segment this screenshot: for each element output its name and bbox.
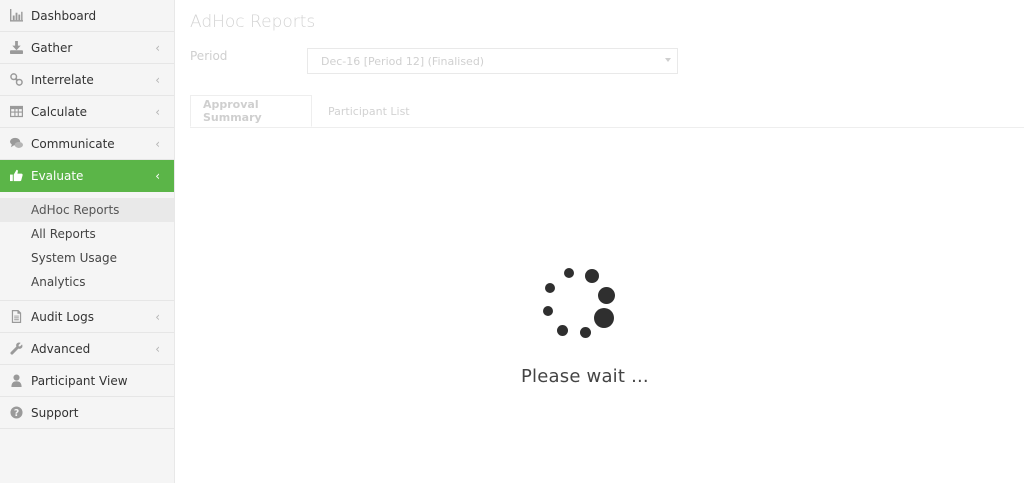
table-icon [10, 105, 23, 118]
sidebar-item-label: Calculate [31, 104, 88, 119]
chevron-left-icon: ‹ [155, 105, 160, 119]
wrench-icon [10, 342, 23, 355]
chevron-left-icon: ‹ [155, 137, 160, 151]
sidebar-item-audit-logs[interactable]: Audit Logs ‹ [0, 300, 174, 333]
submenu-item-all-reports[interactable]: All Reports [0, 222, 174, 246]
main-content: AdHoc Reports Period Dec-16 [Period 12] … [174, 0, 1024, 483]
sidebar-item-label: Advanced [31, 341, 91, 356]
loading-spinner [538, 264, 622, 342]
sidebar-item-interrelate[interactable]: Interrelate ‹ [0, 64, 174, 96]
sidebar-item-support[interactable]: ? Support [0, 397, 174, 429]
spinner-dot [598, 287, 615, 304]
sidebar-item-gather[interactable]: Gather ‹ [0, 32, 174, 64]
thumbs-up-icon [10, 169, 23, 182]
sidebar-item-participant-view[interactable]: Participant View [0, 365, 174, 397]
sidebar-item-calculate[interactable]: Calculate ‹ [0, 96, 174, 128]
chevron-left-icon: ‹ [155, 41, 160, 55]
page-title: AdHoc Reports [190, 12, 316, 32]
question-circle-icon: ? [10, 406, 23, 419]
sidebar-item-label: Audit Logs [31, 309, 94, 324]
sidebar-item-evaluate[interactable]: Evaluate ‹ [0, 160, 174, 192]
period-select[interactable]: Dec-16 [Period 12] (Finalised) [307, 48, 678, 74]
tab-participant-list[interactable]: Participant List [316, 95, 422, 127]
period-select-value: Dec-16 [Period 12] (Finalised) [321, 54, 485, 68]
spinner-dot [594, 308, 614, 328]
chevron-left-icon: ‹ [155, 310, 160, 324]
comments-icon [10, 137, 23, 150]
chevron-left-icon: ‹ [155, 169, 160, 183]
bar-chart-icon [10, 9, 23, 22]
spinner-dot [564, 268, 574, 278]
sidebar-item-label: Dashboard [31, 8, 97, 23]
submenu-item-system-usage[interactable]: System Usage [0, 246, 174, 270]
spinner-dot [585, 269, 599, 283]
sidebar-item-label: Participant View [31, 373, 128, 388]
user-icon [10, 374, 23, 387]
sidebar-item-communicate[interactable]: Communicate ‹ [0, 128, 174, 160]
sidebar: Dashboard Gather ‹ Interrelate ‹ Calcula… [0, 0, 175, 483]
sidebar-item-label: Support [31, 405, 79, 420]
evaluate-submenu: AdHoc Reports All Reports System Usage A… [0, 192, 174, 300]
spinner-dot [580, 327, 591, 338]
submenu-item-analytics[interactable]: Analytics [0, 270, 174, 294]
caret-down-icon [665, 58, 671, 62]
sidebar-item-advanced[interactable]: Advanced ‹ [0, 333, 174, 365]
sidebar-item-label: Interrelate [31, 72, 94, 87]
spinner-dot [557, 325, 568, 336]
spinner-dot [545, 283, 555, 293]
chevron-left-icon: ‹ [155, 73, 160, 87]
loading-message: Please wait ... [521, 366, 649, 387]
report-tabs: Approval Summary Participant List [190, 95, 1024, 128]
download-icon [10, 41, 23, 54]
document-icon [10, 310, 23, 323]
svg-text:?: ? [14, 408, 19, 419]
link-icon [10, 73, 23, 86]
chevron-left-icon: ‹ [155, 342, 160, 356]
sidebar-item-dashboard[interactable]: Dashboard [0, 0, 174, 32]
tab-approval-summary[interactable]: Approval Summary [190, 95, 312, 127]
period-label: Period [190, 49, 228, 63]
sidebar-item-label: Evaluate [31, 168, 84, 183]
sidebar-item-label: Gather [31, 40, 73, 55]
submenu-item-adhoc-reports[interactable]: AdHoc Reports [0, 198, 174, 222]
spinner-dot [543, 306, 553, 316]
sidebar-item-label: Communicate [31, 136, 115, 151]
